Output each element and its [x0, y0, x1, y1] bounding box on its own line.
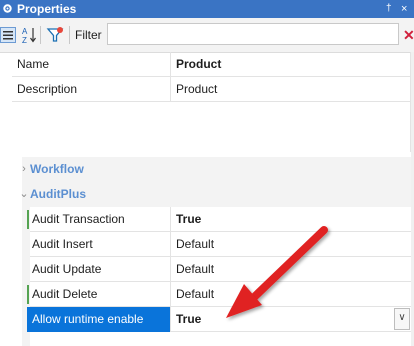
- annotation-arrow-icon: [226, 226, 328, 318]
